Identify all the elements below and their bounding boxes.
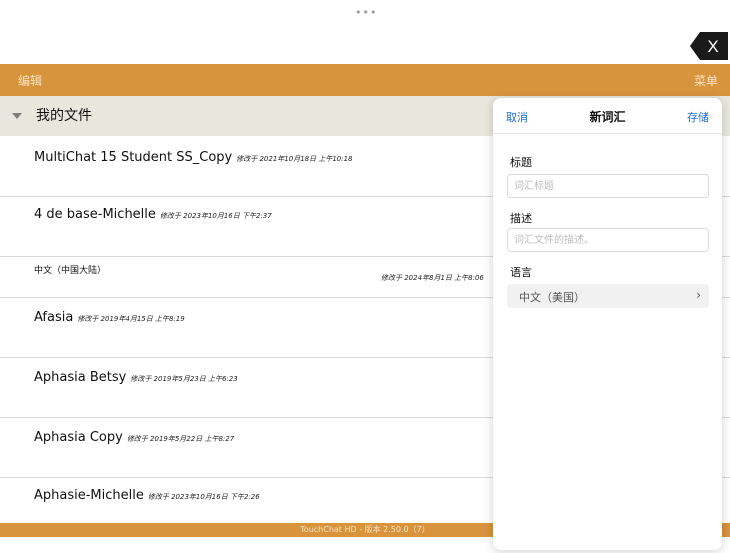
file-modified-date: 修改于 2023年10月16日 下午2:37 — [159, 212, 272, 220]
drag-handle-icon[interactable]: ••• — [355, 7, 376, 18]
edit-button[interactable]: 编辑 — [18, 72, 42, 89]
close-button[interactable]: X — [690, 32, 728, 60]
file-modified-date: 修改于 2021年10月18日 上午10:18 — [236, 155, 353, 163]
file-modified-date: 修改于 2019年5月22日 上午8:27 — [126, 435, 235, 443]
title-input[interactable] — [507, 174, 709, 198]
file-name: Aphasia Betsy — [34, 370, 127, 385]
description-field-label: 描述 — [510, 212, 532, 225]
file-name: 中文（中国大陆） — [34, 266, 107, 276]
close-icon: X — [690, 32, 728, 60]
file-name: 4 de base-Michelle — [34, 207, 156, 222]
file-modified-date: 修改于 2023年10月16日 下午2:26 — [147, 493, 260, 501]
file-name: Aphasie-Michelle — [34, 488, 144, 503]
language-select[interactable]: 中文（美国） › — [507, 284, 709, 308]
file-name: Aphasia Copy — [34, 430, 123, 445]
file-name: Afasia — [34, 310, 74, 325]
file-modified-date: 修改于 2024年8月1日 上午8:06 — [381, 274, 484, 282]
popover-header: 取消 新词汇 存储 — [493, 98, 722, 134]
new-vocabulary-popover: 取消 新词汇 存储 标题 描述 语言 中文（美国） › — [493, 98, 722, 550]
svg-text:X: X — [707, 37, 718, 56]
chevron-right-icon: › — [696, 288, 701, 302]
top-bar: ••• X — [0, 0, 730, 64]
title-field-label: 标题 — [510, 156, 532, 169]
language-value: 中文（美国） — [519, 291, 585, 304]
group-title: 我的文件 — [36, 108, 92, 124]
description-input[interactable] — [507, 228, 709, 252]
collapse-triangle-icon — [12, 113, 22, 119]
save-button[interactable]: 存储 — [687, 109, 709, 125]
file-modified-date: 修改于 2019年4月15日 上午8:19 — [77, 315, 185, 323]
menu-button[interactable]: 菜单 — [694, 72, 718, 89]
file-modified-date: 修改于 2019年5月23日 上午6:23 — [130, 375, 238, 383]
toolbar: 编辑 菜单 — [0, 64, 730, 96]
language-field-label: 语言 — [510, 266, 532, 279]
file-name: MultiChat 15 Student SS_Copy — [34, 150, 233, 165]
